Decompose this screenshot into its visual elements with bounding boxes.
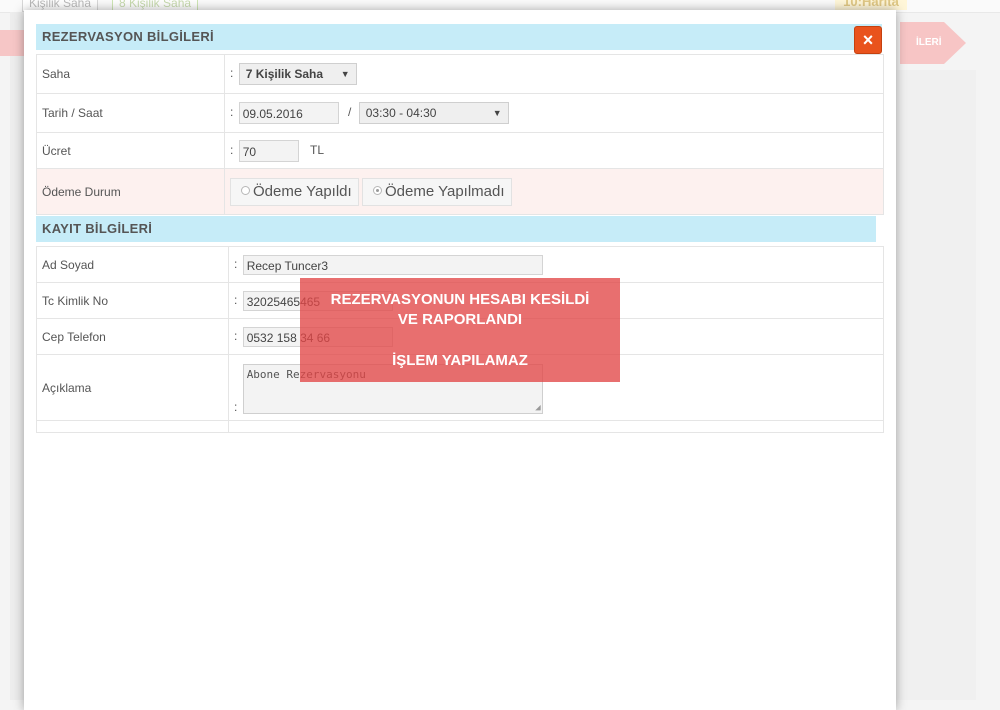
background-time-badge: 10:Harita (835, 0, 907, 10)
background-prev-marker (0, 30, 24, 56)
radio-checked-icon (373, 185, 383, 195)
colon: : (234, 292, 238, 307)
empty-row (36, 420, 884, 433)
saha-label: Saha (36, 54, 225, 94)
colon: : (230, 66, 234, 81)
chevron-down-icon: ▼ (340, 69, 350, 79)
time-select[interactable]: 03:30 - 04:30 ▼ (358, 102, 509, 124)
radio-unchecked-icon (241, 185, 250, 195)
currency-label: TL (310, 142, 325, 157)
phone-label: Cep Telefon (36, 318, 229, 355)
price-row: Ücret : 70 TL (36, 132, 884, 169)
payment-unpaid-label: Ödeme Yapılmadı (385, 182, 505, 200)
background-left-column (10, 12, 24, 700)
colon: : (234, 328, 238, 343)
locked-warning-overlay: REZERVASYONUN HESABI KESİLDİ VE RAPORLAN… (300, 278, 620, 382)
colon: : (234, 400, 238, 414)
payment-label: Ödeme Durum (36, 168, 225, 215)
resize-grip-icon[interactable]: ◢ (535, 403, 540, 413)
time-select-value: 03:30 - 04:30 (365, 106, 437, 120)
warning-line-1: REZERVASYONUN HESABI KESİLDİ (330, 291, 590, 308)
reservation-section-title: REZERVASYON BİLGİLERİ (42, 29, 214, 44)
payment-row: Ödeme Durum Ödeme Yapıldı Ödeme Yapılmad… (36, 168, 884, 215)
payment-paid-option[interactable]: Ödeme Yapıldı (230, 177, 359, 206)
background-right-column (896, 70, 976, 700)
colon: : (230, 142, 234, 157)
reservation-form-table: Saha : 7 Kişilik Saha ▼ Tarih / Saat : 0… (36, 54, 884, 215)
warning-line-2: VE RAPORLANDI (397, 311, 523, 328)
saha-select[interactable]: 7 Kişilik Saha ▼ (238, 63, 357, 85)
tc-label: Tc Kimlik No (36, 282, 229, 319)
price-input[interactable]: 70 (238, 139, 299, 162)
name-label: Ad Soyad (36, 246, 229, 283)
date-input[interactable]: 09.05.2016 (238, 102, 339, 124)
reservation-section-header: REZERVASYON BİLGİLERİ (36, 24, 882, 50)
close-icon: × (862, 30, 874, 50)
background-next-button: İLERİ (900, 22, 966, 64)
warning-line-3: İŞLEM YAPILAMAZ (392, 352, 528, 369)
colon: : (230, 105, 234, 120)
note-label: Açıklama (36, 354, 229, 421)
colon: : (234, 256, 238, 271)
payment-paid-label: Ödeme Yapıldı (253, 182, 352, 200)
payment-unpaid-option[interactable]: Ödeme Yapılmadı (362, 177, 512, 206)
chevron-down-icon: ▼ (492, 108, 502, 118)
name-input[interactable]: Recep Tuncer3 (242, 254, 543, 275)
date-label: Tarih / Saat (36, 93, 225, 133)
saha-row: Saha : 7 Kişilik Saha ▼ (36, 54, 884, 94)
close-button[interactable]: × (854, 26, 882, 54)
registration-section-title: KAYIT BİLGİLERİ (42, 221, 153, 236)
registration-section-header: KAYIT BİLGİLERİ (36, 216, 876, 242)
date-row: Tarih / Saat : 09.05.2016 / 03:30 - 04:3… (36, 93, 884, 133)
date-time-separator: / (348, 105, 352, 120)
price-label: Ücret (36, 132, 225, 169)
saha-select-value: 7 Kişilik Saha (245, 67, 324, 81)
